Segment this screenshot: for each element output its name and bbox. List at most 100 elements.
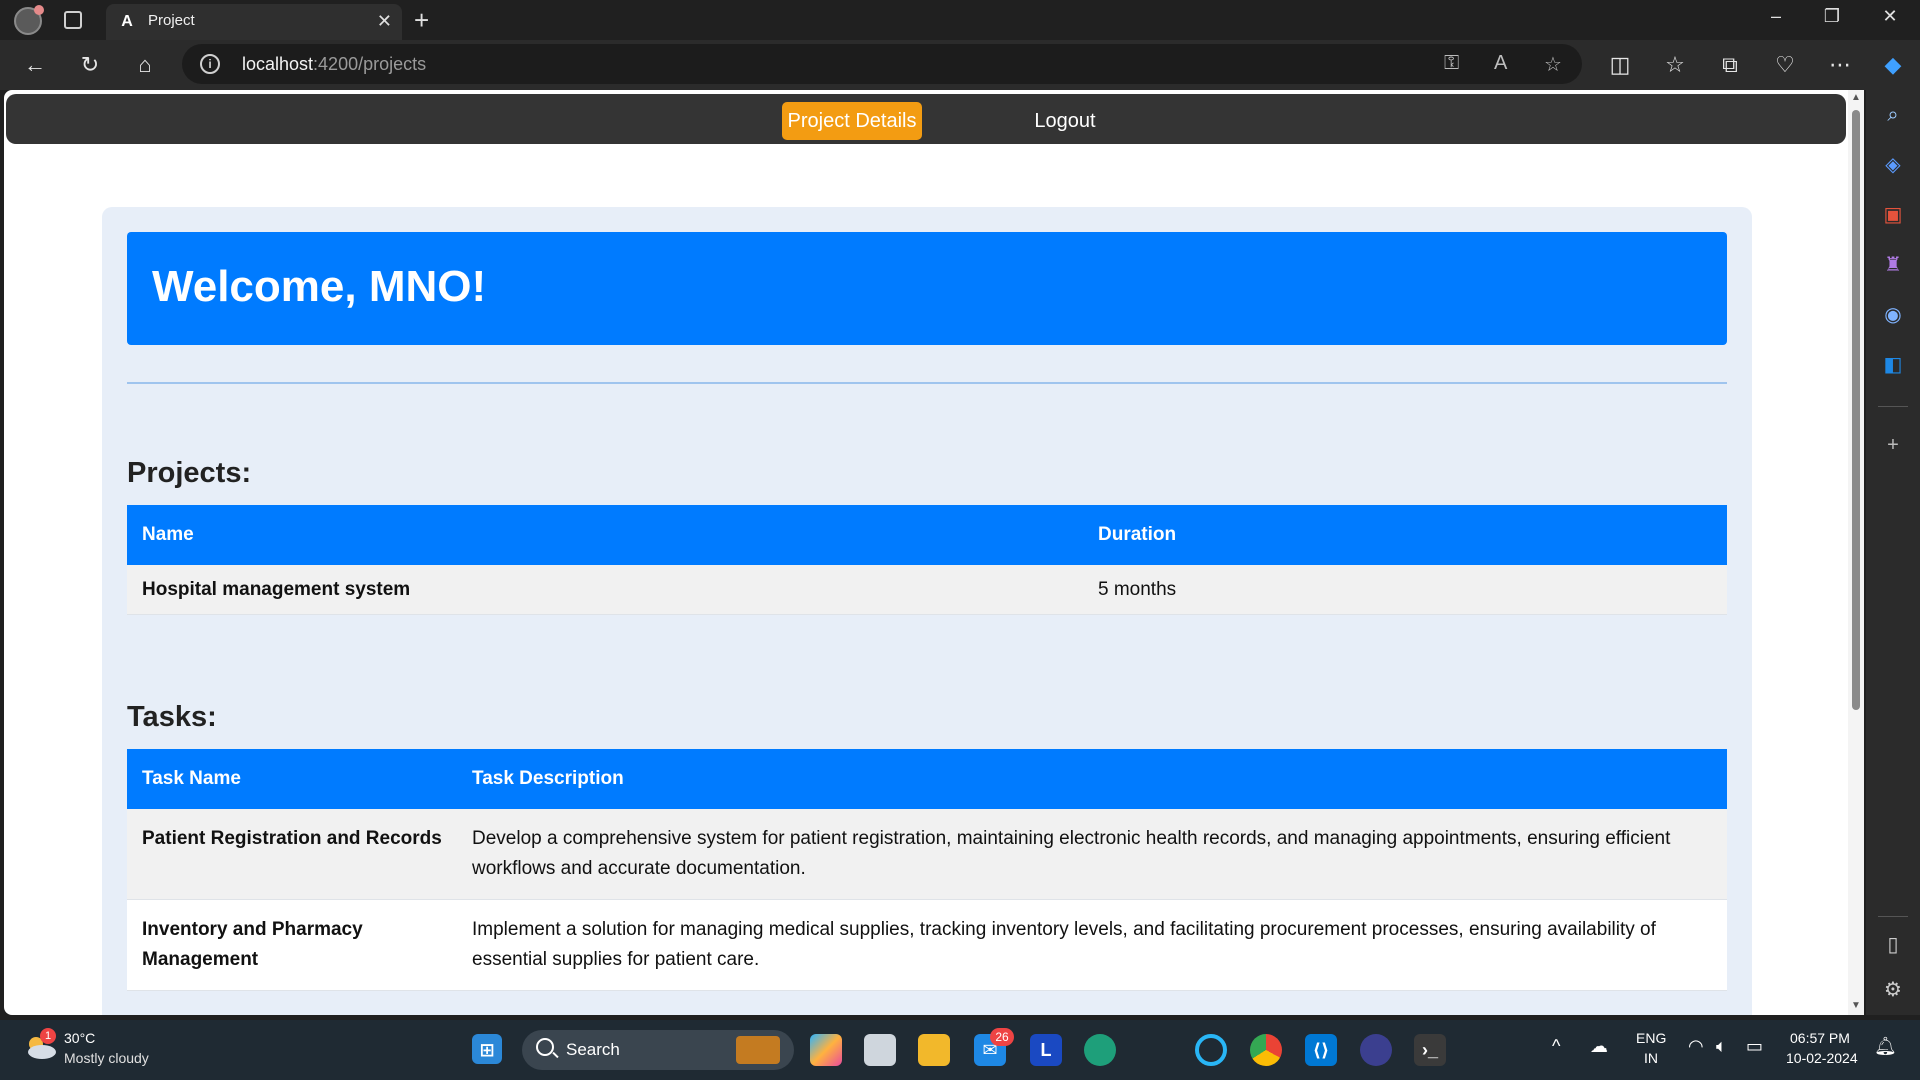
task-description-cell: Implement a solution for managing medica…: [457, 899, 1727, 991]
project-name-cell: Hospital management system: [127, 565, 1083, 615]
performance-icon[interactable]: ♡: [1770, 50, 1800, 80]
projects-heading: Projects:: [127, 457, 252, 489]
task-name-cell: Inventory and Pharmacy Management: [127, 899, 457, 991]
task-view-icon[interactable]: [864, 1034, 896, 1066]
table-row: Patient Registration and Records Develop…: [127, 809, 1727, 900]
refresh-icon[interactable]: ↻: [75, 50, 105, 80]
windows-start-icon[interactable]: ⊞: [472, 1034, 502, 1064]
eclipse-icon[interactable]: [1360, 1034, 1392, 1066]
scroll-thumb[interactable]: [1852, 110, 1860, 710]
clock-time[interactable]: 06:57 PM: [1790, 1030, 1850, 1046]
projects-table: Name Duration Hospital management system…: [127, 505, 1727, 615]
back-icon[interactable]: ←: [20, 50, 50, 80]
terminal-icon[interactable]: ›_: [1414, 1034, 1446, 1066]
mail-badge: 26: [990, 1028, 1014, 1046]
restore-icon[interactable]: ❐: [1812, 6, 1852, 27]
task-name-cell: Patient Registration and Records: [127, 809, 457, 900]
language-bottom[interactable]: IN: [1644, 1050, 1658, 1066]
home-icon[interactable]: ⌂: [130, 50, 160, 80]
browser-titlebar: A Project ✕ + – ❐ ✕: [0, 0, 1920, 40]
search-highlight-icon: [736, 1036, 780, 1064]
page-scrollbar[interactable]: ▲ ▼: [1848, 90, 1864, 1015]
more-menu-icon[interactable]: ⋯: [1825, 50, 1855, 80]
browser-tab[interactable]: A Project ✕: [106, 4, 402, 40]
favorites-icon[interactable]: ☆: [1660, 50, 1690, 80]
split-screen-icon[interactable]: ◫: [1605, 50, 1635, 80]
page-viewport: Project Details Logout Welcome, MNO! Pro…: [4, 90, 1864, 1015]
battery-icon[interactable]: ▭: [1746, 1036, 1763, 1057]
key-icon[interactable]: ⚿: [1444, 52, 1459, 75]
dashboard-card: Welcome, MNO! Projects: Name Duration Ho…: [102, 207, 1752, 1015]
table-row: Hospital management system 5 months: [127, 565, 1727, 615]
wifi-icon[interactable]: ◠: [1688, 1036, 1704, 1057]
read-aloud-icon[interactable]: A: [1494, 52, 1507, 75]
angular-favicon-icon: A: [121, 13, 133, 30]
weather-badge: 1: [40, 1028, 56, 1044]
column-header-duration: Duration: [1083, 505, 1727, 565]
add-icon[interactable]: +: [1878, 430, 1908, 460]
notifications-bell-icon[interactable]: 🔔︎: [1874, 1036, 1897, 1057]
scroll-down-icon[interactable]: ▼: [1850, 1000, 1862, 1011]
edge-sidebar: ⌕ ◈ ▣ ♜ ◉ ◧ + ▯ ⚙: [1866, 90, 1920, 1015]
settings-gear-icon[interactable]: ⚙: [1878, 975, 1908, 1005]
welcome-heading: Welcome, MNO!: [152, 262, 487, 311]
copilot-app-icon[interactable]: [810, 1034, 842, 1066]
games-icon[interactable]: ♜: [1878, 250, 1908, 280]
tasks-heading: Tasks:: [127, 701, 217, 733]
sidebar-divider: [1878, 916, 1908, 917]
address-bar[interactable]: i localhost:4200/projects ⚿ A ☆: [182, 44, 1582, 84]
copilot-icon[interactable]: ◆: [1878, 50, 1908, 80]
site-info-icon[interactable]: i: [200, 54, 220, 74]
project-duration-cell: 5 months: [1083, 565, 1727, 615]
file-explorer-icon[interactable]: [918, 1034, 950, 1066]
column-header-name: Name: [127, 505, 1083, 565]
microsoft365-icon[interactable]: ◉: [1878, 300, 1908, 330]
tasks-table: Task Name Task Description Patient Regis…: [127, 749, 1727, 991]
logout-button[interactable]: Logout: [1012, 102, 1118, 140]
column-header-task-description: Task Description: [457, 749, 1727, 809]
edge-browser-icon[interactable]: [1084, 1034, 1116, 1066]
welcome-banner: Welcome, MNO!: [127, 232, 1727, 345]
hide-sidebar-icon[interactable]: ▯: [1878, 930, 1908, 960]
collections-icon[interactable]: ⧉: [1715, 50, 1745, 80]
chrome-icon[interactable]: [1250, 1034, 1282, 1066]
clock-date[interactable]: 10-02-2024: [1786, 1050, 1858, 1066]
outlook-icon[interactable]: ◧: [1878, 350, 1908, 380]
tools-briefcase-icon[interactable]: ▣: [1878, 200, 1908, 230]
minimize-icon[interactable]: –: [1756, 6, 1796, 27]
taskbar-search[interactable]: Search: [522, 1030, 794, 1070]
taskbar-search-label: Search: [566, 1040, 620, 1059]
l-app-icon[interactable]: L: [1030, 1034, 1062, 1066]
language-top[interactable]: ENG: [1636, 1030, 1666, 1046]
app-navbar: Project Details Logout: [6, 94, 1846, 144]
windows-taskbar: 1 30°C Mostly cloudy ⊞ Search ✉ 26 L ⟨⟩ …: [0, 1020, 1920, 1080]
table-header-row: Name Duration: [127, 505, 1727, 565]
shopping-tag-icon[interactable]: ◈: [1878, 150, 1908, 180]
tab-actions-icon[interactable]: [64, 11, 82, 29]
column-header-task-name: Task Name: [127, 749, 457, 809]
search-icon[interactable]: ⌕: [1878, 100, 1908, 130]
volume-icon[interactable]: 🔈︎: [1716, 1036, 1727, 1057]
scroll-up-icon[interactable]: ▲: [1850, 92, 1862, 103]
task-description-cell: Develop a comprehensive system for patie…: [457, 809, 1727, 900]
favorite-star-icon[interactable]: ☆: [1544, 52, 1562, 77]
browser-toolbar: ← ↻ ⌂ i localhost:4200/projects ⚿ A ☆ ◫ …: [0, 40, 1920, 90]
url-text[interactable]: localhost:4200/projects: [242, 54, 426, 75]
project-details-button[interactable]: Project Details: [782, 102, 922, 140]
table-header-row: Task Name Task Description: [127, 749, 1727, 809]
sidebar-divider: [1878, 406, 1908, 407]
table-row: Inventory and Pharmacy Management Implem…: [127, 899, 1727, 991]
weather-description[interactable]: Mostly cloudy: [64, 1050, 149, 1066]
vscode-icon[interactable]: ⟨⟩: [1305, 1034, 1337, 1066]
divider: [127, 382, 1727, 384]
tray-chevron-icon[interactable]: ^: [1552, 1036, 1560, 1057]
onedrive-cloud-icon[interactable]: ☁: [1590, 1036, 1608, 1057]
cortana-icon[interactable]: [1195, 1034, 1227, 1066]
search-icon: [536, 1038, 554, 1056]
tab-title: Project: [148, 12, 195, 29]
new-tab-icon[interactable]: +: [414, 4, 429, 36]
profile-avatar[interactable]: [14, 5, 44, 35]
close-tab-icon[interactable]: ✕: [377, 11, 392, 31]
close-window-icon[interactable]: ✕: [1870, 6, 1910, 27]
weather-temperature[interactable]: 30°C: [64, 1030, 95, 1046]
